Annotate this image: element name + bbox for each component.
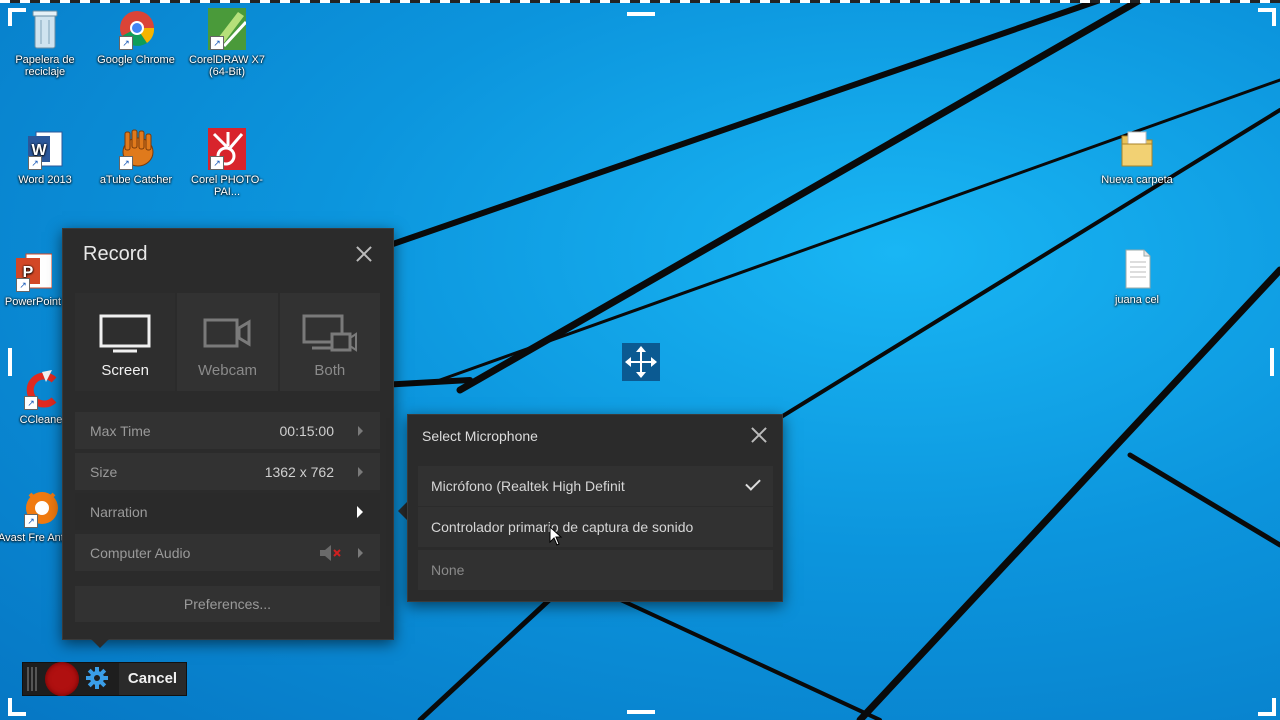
- shortcut-arrow-icon: ↗: [210, 36, 224, 50]
- desktop-icon-corel-photo-paint[interactable]: ↗ Corel PHOTO-PAI...: [182, 128, 272, 198]
- mode-label: Screen: [101, 362, 149, 379]
- recording-area-handle-bottom[interactable]: [627, 710, 655, 714]
- close-icon[interactable]: [353, 243, 375, 265]
- record-panel-pointer: [90, 638, 110, 648]
- select-microphone-popup: Select Microphone Micrófono (Realtek Hig…: [407, 414, 783, 602]
- desktop-icon-label: aTube Catcher: [99, 174, 173, 186]
- select-microphone-title: Select Microphone: [422, 428, 538, 444]
- mouse-cursor-icon: [549, 526, 563, 546]
- recording-area-corner-bottom-right[interactable]: [1258, 698, 1276, 716]
- mode-label: Webcam: [198, 362, 257, 379]
- option-computer-audio[interactable]: Computer Audio: [75, 534, 380, 571]
- chevron-right-icon: [358, 426, 363, 436]
- record-panel-title: Record: [83, 243, 148, 265]
- move-recording-area-handle[interactable]: [622, 343, 660, 381]
- microphone-popup-pointer: [398, 502, 407, 520]
- record-panel: Record Screen Webcam Both Max Time 00:15…: [62, 228, 394, 640]
- microphone-option-realtek[interactable]: Micrófono (Realtek High Definit: [418, 466, 773, 506]
- option-narration[interactable]: Narration: [75, 493, 380, 530]
- record-button[interactable]: [45, 662, 79, 696]
- option-label: Computer Audio: [90, 545, 191, 561]
- mode-webcam-button[interactable]: Webcam: [177, 293, 278, 391]
- mode-both-button[interactable]: Both: [279, 293, 380, 391]
- recording-area-corner-bottom-left[interactable]: [8, 698, 26, 716]
- shortcut-arrow-icon: ↗: [24, 396, 38, 410]
- screen-and-webcam-icon: [302, 314, 357, 352]
- desktop-icon-nueva-carpeta[interactable]: Nueva carpeta: [1092, 128, 1182, 186]
- recording-area-handle-top[interactable]: [627, 12, 655, 16]
- coreldraw-icon: ↗: [208, 8, 252, 50]
- desktop-icon-label: Corel PHOTO-PAI...: [191, 174, 263, 198]
- desktop-icon-atube-catcher[interactable]: ↗ aTube Catcher: [91, 128, 181, 186]
- chevron-right-icon: [357, 506, 363, 518]
- desktop-icon-label: CorelDRAW X7 (64-Bit): [189, 54, 265, 78]
- shortcut-arrow-icon: ↗: [24, 514, 38, 528]
- option-value: 00:15:00: [279, 423, 335, 439]
- powerpoint-icon: P ↗: [14, 250, 53, 292]
- text-file-icon: [1118, 248, 1156, 290]
- word-icon: W ↗: [26, 128, 64, 170]
- preferences-button[interactable]: Preferences...: [75, 586, 380, 622]
- record-mode-selector: Screen Webcam Both: [75, 293, 380, 391]
- folder-icon: [1118, 128, 1156, 170]
- gear-icon[interactable]: [85, 666, 109, 690]
- microphone-option-label: None: [431, 562, 465, 578]
- microphone-option-label: Micrófono (Realtek High Definit: [431, 478, 625, 494]
- desktop-icon-label: juana cel: [1114, 294, 1160, 306]
- desktop-icon-coreldraw[interactable]: ↗ CorelDRAW X7 (64-Bit): [182, 8, 272, 78]
- desktop-icon-juana-cel[interactable]: juana cel: [1092, 248, 1182, 306]
- option-label: Max Time: [90, 423, 151, 439]
- close-icon[interactable]: [748, 424, 770, 446]
- chrome-icon: ↗: [117, 8, 155, 50]
- recording-area-handle-right[interactable]: [1270, 348, 1274, 376]
- drag-grip-icon[interactable]: [27, 667, 37, 691]
- option-label: Size: [90, 464, 118, 480]
- mode-screen-button[interactable]: Screen: [75, 293, 176, 391]
- shortcut-arrow-icon: ↗: [119, 36, 133, 50]
- cancel-button[interactable]: Cancel: [119, 663, 186, 695]
- shortcut-arrow-icon: ↗: [28, 156, 42, 170]
- move-arrows-icon: [625, 346, 657, 378]
- recycle-bin-icon: [26, 8, 64, 50]
- option-label: Narration: [90, 504, 148, 520]
- speaker-muted-icon: [320, 545, 341, 561]
- atube-catcher-icon: ↗: [117, 128, 155, 170]
- checkmark-icon: [745, 475, 761, 491]
- record-toolbar: Cancel: [22, 662, 187, 696]
- option-size[interactable]: Size 1362 x 762: [75, 453, 380, 490]
- desktop-icon-label: Nueva carpeta: [1101, 174, 1173, 186]
- shortcut-arrow-icon: ↗: [210, 156, 224, 170]
- shortcut-arrow-icon: ↗: [16, 278, 30, 292]
- recording-area-corner-top-left[interactable]: [8, 8, 26, 26]
- avast-icon: ↗: [22, 486, 60, 528]
- recording-area-handle-left[interactable]: [8, 348, 12, 376]
- chevron-right-icon: [358, 548, 363, 558]
- recording-area-top-border: [0, 0, 1280, 3]
- monitor-icon: [99, 314, 151, 353]
- webcam-icon: [203, 318, 251, 348]
- mode-label: Both: [314, 362, 346, 379]
- desktop-icon-label: Papelera de reciclaje: [15, 54, 75, 78]
- desktop-icon-google-chrome[interactable]: ↗ Google Chrome: [91, 8, 181, 66]
- ccleaner-icon: ↗: [22, 368, 60, 410]
- corel-photo-paint-icon: ↗: [208, 128, 252, 170]
- microphone-option-none[interactable]: None: [418, 550, 773, 590]
- shortcut-arrow-icon: ↗: [119, 156, 133, 170]
- recording-area-corner-top-right[interactable]: [1258, 8, 1276, 26]
- microphone-option-primary-capture[interactable]: Controlador primario de captura de sonid…: [418, 507, 773, 547]
- option-value: 1362 x 762: [264, 464, 334, 480]
- desktop-icon-word[interactable]: W ↗ Word 2013: [0, 128, 90, 186]
- chevron-right-icon: [358, 467, 363, 477]
- option-max-time[interactable]: Max Time 00:15:00: [75, 412, 380, 449]
- desktop-icon-label: Word 2013: [18, 174, 72, 186]
- desktop-icon-label: Google Chrome: [97, 54, 175, 66]
